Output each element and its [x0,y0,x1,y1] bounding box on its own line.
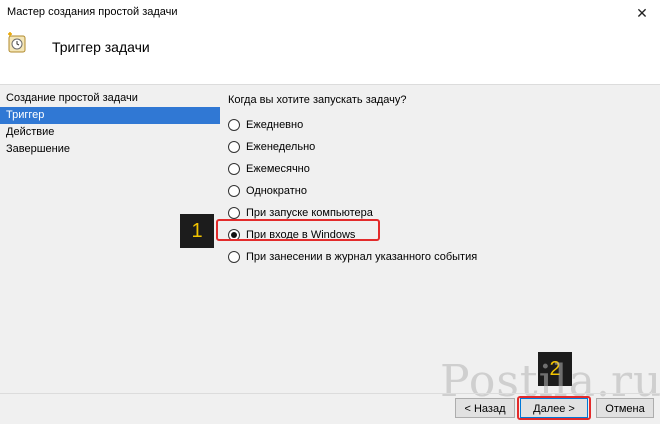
radio-button[interactable] [228,141,240,153]
option-label: Еженедельно [246,141,316,153]
radio-button[interactable] [228,119,240,131]
option-label: При запуске компьютера [246,207,373,219]
radio-button[interactable] [228,251,240,263]
step-label: Завершение [6,143,70,155]
page-title: Триггер задачи [52,39,150,55]
option-label: При занесении в журнал указанного событи… [246,251,478,263]
close-icon[interactable]: ✕ [632,3,652,23]
question-label: Когда вы хотите запускать задачу? [228,94,407,106]
footer-divider [0,393,660,394]
radio-button[interactable] [228,185,240,197]
step-trigger[interactable]: Триггер [0,107,220,124]
option-label: Однократно [246,185,307,197]
window-title: Мастер создания простой задачи [7,6,178,18]
radio-monthly[interactable]: Ежемесячно [228,158,648,180]
radio-weekly[interactable]: Еженедельно [228,136,648,158]
wizard-header: Триггер задачи [0,26,660,85]
step-create-task[interactable]: Создание простой задачи [0,90,220,107]
radio-on-event[interactable]: При занесении в журнал указанного событи… [228,246,648,268]
trigger-options: Когда вы хотите запускать задачу? Ежедне… [228,94,648,268]
step-label: Триггер [6,109,45,121]
cancel-button[interactable]: Отмена [596,398,654,418]
step-action[interactable]: Действие [0,124,220,141]
radio-button[interactable] [228,163,240,175]
option-label: Ежедневно [246,119,304,131]
annotation-badge-1: 1 [180,214,214,248]
step-label: Действие [6,126,55,138]
radio-button[interactable] [228,207,240,219]
step-finish[interactable]: Завершение [0,141,220,158]
option-label: Ежемесячно [246,163,310,175]
clock-icon [8,32,26,53]
highlight-logon-option [216,219,380,241]
radio-daily[interactable]: Ежедневно [228,114,648,136]
wizard-steps: Создание простой задачи Триггер Действие… [0,90,220,158]
radio-once[interactable]: Однократно [228,180,648,202]
step-label: Создание простой задачи [6,92,138,104]
title-bar: Мастер создания простой задачи ✕ [0,0,660,26]
back-button[interactable]: < Назад [455,398,515,418]
highlight-next-button [517,396,591,420]
